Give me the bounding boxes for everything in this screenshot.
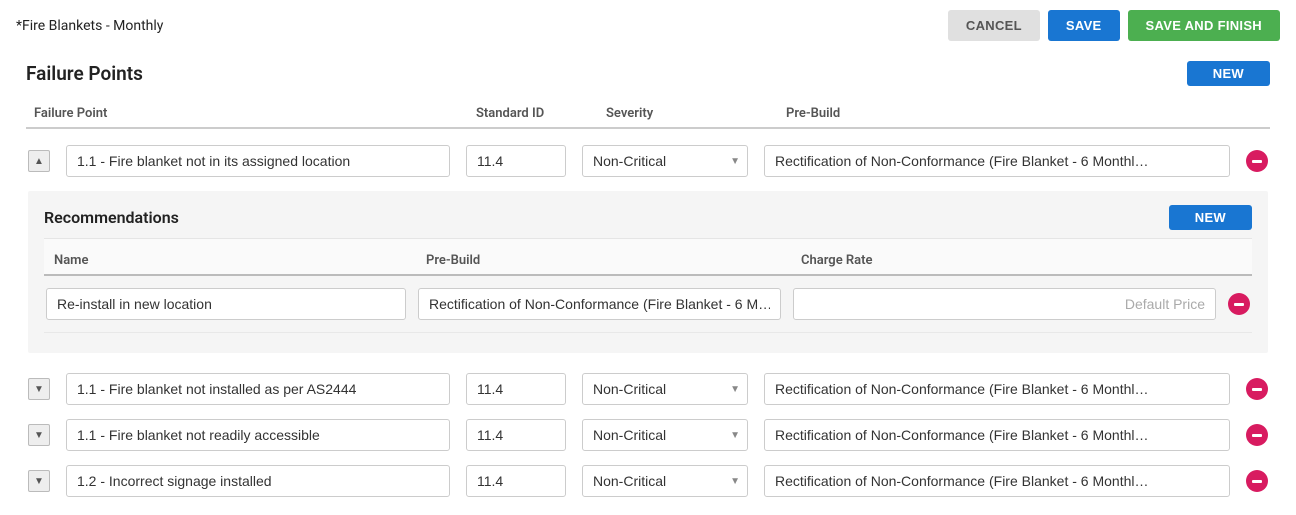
cancel-button[interactable]: CANCEL xyxy=(948,10,1040,41)
failure-point-row: ▲ ▼ xyxy=(26,145,1270,177)
chevron-down-icon: ▼ xyxy=(34,476,44,487)
standard-id-input[interactable] xyxy=(466,373,566,405)
remove-row-button[interactable] xyxy=(1246,150,1268,172)
recommendation-row xyxy=(44,288,1252,333)
failure-point-row: ▼ ▼ xyxy=(26,373,1270,405)
failure-point-row: ▼ ▼ xyxy=(26,465,1270,497)
col-header-rec-name: Name xyxy=(54,253,426,268)
severity-select[interactable] xyxy=(582,145,748,177)
recommendations-panel: Recommendations NEW Name Pre-Build Charg… xyxy=(28,191,1268,353)
failure-point-input[interactable] xyxy=(66,465,450,497)
recommendations-title: Recommendations xyxy=(44,208,179,227)
failure-points-title: Failure Points xyxy=(26,62,143,85)
minus-icon xyxy=(1252,388,1262,391)
pre-build-input[interactable] xyxy=(764,373,1230,405)
expand-toggle[interactable]: ▼ xyxy=(28,424,50,446)
header-buttons: CANCEL SAVE SAVE AND FINISH xyxy=(948,10,1280,41)
collapse-toggle[interactable]: ▲ xyxy=(28,150,50,172)
remove-row-button[interactable] xyxy=(1246,470,1268,492)
col-header-rec-charge-rate: Charge Rate xyxy=(801,253,1242,268)
page-title: *Fire Blankets - Monthly xyxy=(16,18,163,34)
new-failure-point-button[interactable]: NEW xyxy=(1187,61,1270,86)
standard-id-input[interactable] xyxy=(466,145,566,177)
chevron-up-icon: ▲ xyxy=(34,156,44,167)
col-header-failure-point: Failure Point xyxy=(26,106,476,121)
remove-row-button[interactable] xyxy=(1246,424,1268,446)
chevron-down-icon: ▼ xyxy=(34,384,44,395)
failure-point-input[interactable] xyxy=(66,373,450,405)
save-button[interactable]: SAVE xyxy=(1048,10,1120,41)
recommendation-charge-rate-input[interactable] xyxy=(793,288,1216,320)
pre-build-input[interactable] xyxy=(764,419,1230,451)
chevron-down-icon: ▼ xyxy=(34,430,44,441)
severity-select[interactable] xyxy=(582,419,748,451)
failure-points-column-headers: Failure Point Standard ID Severity Pre-B… xyxy=(26,96,1270,129)
col-header-rec-pre-build: Pre-Build xyxy=(426,253,801,268)
save-and-finish-button[interactable]: SAVE AND FINISH xyxy=(1128,10,1280,41)
recommendations-column-headers: Name Pre-Build Charge Rate xyxy=(44,238,1252,276)
severity-select[interactable] xyxy=(582,465,748,497)
recommendation-name-input[interactable] xyxy=(46,288,406,320)
recommendation-pre-build-input[interactable] xyxy=(418,288,781,320)
minus-icon xyxy=(1252,434,1262,437)
standard-id-input[interactable] xyxy=(466,465,566,497)
pre-build-input[interactable] xyxy=(764,465,1230,497)
standard-id-input[interactable] xyxy=(466,419,566,451)
col-header-standard-id: Standard ID xyxy=(476,106,606,121)
expand-toggle[interactable]: ▼ xyxy=(28,378,50,400)
remove-recommendation-button[interactable] xyxy=(1228,293,1250,315)
minus-icon xyxy=(1252,480,1262,483)
remove-row-button[interactable] xyxy=(1246,378,1268,400)
minus-icon xyxy=(1252,160,1262,163)
severity-select[interactable] xyxy=(582,373,748,405)
failure-point-row: ▼ ▼ xyxy=(26,419,1270,451)
minus-icon xyxy=(1234,303,1244,306)
pre-build-input[interactable] xyxy=(764,145,1230,177)
expand-toggle[interactable]: ▼ xyxy=(28,470,50,492)
col-header-pre-build: Pre-Build xyxy=(786,106,1220,121)
failure-point-input[interactable] xyxy=(66,145,450,177)
col-header-severity: Severity xyxy=(606,106,786,121)
new-recommendation-button[interactable]: NEW xyxy=(1169,205,1252,230)
failure-point-input[interactable] xyxy=(66,419,450,451)
